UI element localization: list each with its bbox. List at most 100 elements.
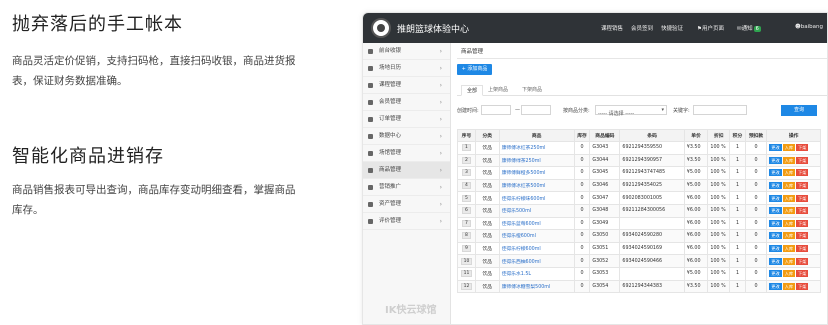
- take-down-button[interactable]: 下架: [796, 282, 809, 290]
- nav-member-checkin[interactable]: 会员签到: [631, 24, 653, 32]
- take-down-button[interactable]: 下架: [796, 144, 809, 152]
- row-actions: 更改 入库 下架: [766, 153, 821, 168]
- created-time-label: 创建时间:: [457, 108, 479, 114]
- column-header: 商品编码: [589, 129, 621, 142]
- edit-button[interactable]: 更改: [769, 232, 782, 240]
- column-header: 操作: [766, 129, 821, 142]
- sidebar-item-reviews[interactable]: 评价管理 ›: [363, 213, 450, 230]
- table-cell: 100 %: [707, 254, 731, 268]
- product-name-link[interactable]: 康师傅冰红茶250ml: [498, 141, 575, 155]
- sidebar-item-products[interactable]: 商品管理 ›: [363, 162, 450, 179]
- table-cell: 饮品: [474, 203, 500, 218]
- edit-button[interactable]: 更改: [769, 144, 782, 152]
- table-cell: 0: [744, 203, 768, 218]
- take-down-button[interactable]: 下架: [796, 169, 809, 177]
- stock-in-button[interactable]: 入库: [782, 282, 796, 290]
- table-cell: [619, 216, 685, 231]
- table-cell: G3046: [589, 178, 621, 193]
- tab-all[interactable]: 全部: [461, 85, 484, 96]
- edit-button[interactable]: 更改: [769, 257, 782, 265]
- stock-in-button[interactable]: 入库: [782, 257, 796, 265]
- edit-button[interactable]: 更改: [769, 282, 782, 290]
- product-name-link[interactable]: 佳得乐500ml: [498, 203, 575, 218]
- product-name-link[interactable]: 康师傅冰糖雪梨500ml: [498, 279, 575, 294]
- take-down-button[interactable]: 下架: [796, 270, 809, 278]
- edit-button[interactable]: 更改: [769, 245, 782, 253]
- product-name-link[interactable]: 佳得乐西柚600ml: [498, 254, 575, 268]
- sidebar-item-venues[interactable]: 场馆管理 ›: [363, 145, 450, 162]
- sidebar-item-assets[interactable]: 资产管理 ›: [363, 196, 450, 213]
- product-name-link[interactable]: 康师傅绿茶250ml: [498, 153, 575, 168]
- stock-in-button[interactable]: 入库: [782, 232, 796, 240]
- sidebar-item-orders[interactable]: 订单管理 ›: [363, 111, 450, 128]
- table-cell: G3043: [589, 141, 621, 155]
- date-end-input[interactable]: [521, 105, 551, 115]
- user-menu[interactable]: ☻baibang: [795, 24, 823, 30]
- nav-user-page[interactable]: ⚑用户页面: [697, 24, 724, 32]
- stock-in-button[interactable]: 入库: [782, 182, 796, 190]
- feature-desc-1: 商品灵活定价促销，支持扫码枪，直接扫码收银，商品进货报表，保证财务数据准确。: [12, 55, 296, 87]
- cell-index: 5: [457, 191, 476, 205]
- take-down-button[interactable]: 下架: [796, 245, 809, 253]
- stock-in-button[interactable]: 入库: [782, 219, 796, 227]
- nav-notify[interactable]: ✉通知 6: [737, 24, 761, 32]
- stock-in-button[interactable]: 入库: [782, 270, 796, 278]
- course-icon: [368, 83, 373, 88]
- table-cell: 1: [729, 141, 746, 155]
- product-name-link[interactable]: 佳得乐蓝莓600ml: [498, 216, 575, 231]
- product-name-link[interactable]: 康师傅鲜橙多500ml: [498, 166, 575, 180]
- keyword-input[interactable]: [693, 105, 747, 115]
- nav-quick-verify[interactable]: 快捷验证: [661, 24, 683, 32]
- main-content: 商品管理 + 添加商品 全部 上架商品 下架商品 创建时间: — 按商品分类: …: [451, 43, 827, 324]
- table-cell: ¥6.00: [683, 203, 709, 218]
- edit-button[interactable]: 更改: [769, 182, 782, 190]
- table-cell: 1: [729, 266, 746, 281]
- take-down-button[interactable]: 下架: [796, 194, 809, 202]
- edit-button[interactable]: 更改: [769, 207, 782, 215]
- edit-button[interactable]: 更改: [769, 219, 782, 227]
- search-button[interactable]: 查询: [781, 105, 817, 116]
- stock-in-button[interactable]: 入库: [782, 194, 796, 202]
- take-down-button[interactable]: 下架: [796, 257, 809, 265]
- edit-button[interactable]: 更改: [769, 169, 782, 177]
- keyword-label: 关键字:: [673, 108, 690, 114]
- date-start-input[interactable]: [481, 105, 511, 115]
- product-name-link[interactable]: 佳得乐柠檬600ml: [498, 241, 575, 256]
- edit-button[interactable]: 更改: [769, 270, 782, 278]
- stock-in-button[interactable]: 入库: [782, 169, 796, 177]
- take-down-button[interactable]: 下架: [796, 182, 809, 190]
- stock-in-button[interactable]: 入库: [782, 144, 796, 152]
- category-select[interactable]: ----- 请选择 ----- ▾: [595, 105, 667, 117]
- marketing-icon: [368, 185, 373, 190]
- stock-in-button[interactable]: 入库: [782, 156, 796, 164]
- tab-on-shelf[interactable]: 上架商品: [483, 85, 513, 96]
- take-down-button[interactable]: 下架: [796, 207, 809, 215]
- sidebar-item-courses[interactable]: 课程管理 ›: [363, 77, 450, 94]
- nav-course-sales[interactable]: 课程销售: [601, 24, 623, 32]
- sidebar-item-data[interactable]: 数据中心 ›: [363, 128, 450, 145]
- sidebar-item-marketing[interactable]: 营销推广 ›: [363, 179, 450, 196]
- sidebar-item-checkout[interactable]: 前台收银 ›: [363, 43, 450, 60]
- stock-in-button[interactable]: 入库: [782, 245, 796, 253]
- product-name-link[interactable]: 佳得乐柠檬味600ml: [498, 191, 575, 205]
- product-name-link[interactable]: 佳得乐水1.5L: [498, 266, 575, 281]
- sidebar-item-calendar[interactable]: 场地日历 ›: [363, 60, 450, 77]
- stock-in-button[interactable]: 入库: [782, 207, 796, 215]
- product-name-link[interactable]: 康师傅冰红茶500ml: [498, 178, 575, 193]
- edit-button[interactable]: 更改: [769, 194, 782, 202]
- tab-off-shelf[interactable]: 下架商品: [517, 85, 547, 96]
- take-down-button[interactable]: 下架: [796, 219, 809, 227]
- table-cell: 0: [573, 266, 591, 281]
- take-down-button[interactable]: 下架: [796, 232, 809, 240]
- add-product-button[interactable]: + 添加商品: [457, 64, 492, 75]
- edit-button[interactable]: 更改: [769, 156, 782, 164]
- table-cell: G3050: [589, 229, 621, 243]
- column-header: 商品: [498, 129, 575, 142]
- sidebar-item-members[interactable]: 会员管理 ›: [363, 94, 450, 111]
- table-cell: 1: [729, 178, 746, 193]
- product-name-link[interactable]: 佳得乐橙600ml: [498, 229, 575, 243]
- table-cell: 0: [744, 254, 768, 268]
- row-number: 5: [462, 194, 471, 202]
- app-title: 推朗篮球体验中心: [397, 25, 470, 35]
- take-down-button[interactable]: 下架: [796, 156, 809, 164]
